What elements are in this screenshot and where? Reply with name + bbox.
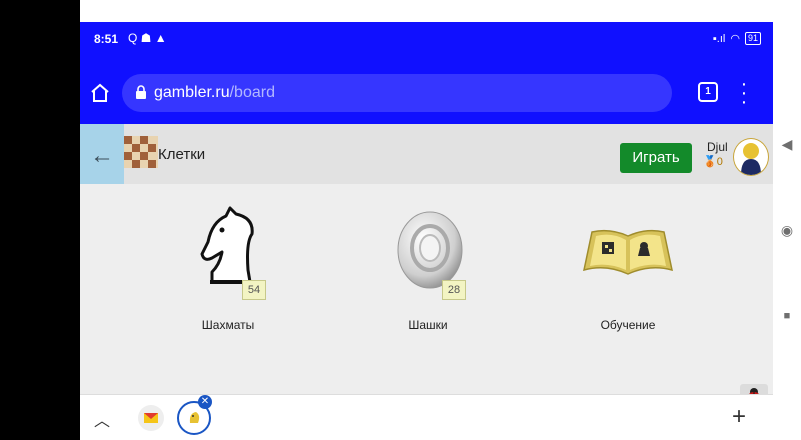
phone-bezel [0, 0, 80, 440]
game-label-checkers: Шашки [408, 318, 448, 332]
address-bar: gambler.ru/board 1 · · · [80, 66, 773, 124]
bottom-toolbar: ︿ ✕ + [80, 394, 773, 440]
play-button[interactable]: Играть [620, 143, 692, 173]
system-icons: ▪.ıl ◠ 91 [713, 32, 761, 45]
chess-count-badge: 54 [242, 280, 266, 300]
home-icon[interactable] [88, 81, 112, 105]
open-book-icon [583, 229, 673, 275]
user-avatar-icon [741, 143, 761, 175]
tab-switcher-button[interactable]: 1 [698, 82, 718, 102]
close-tab-icon[interactable]: ✕ [198, 395, 212, 409]
checker-piece-icon [397, 211, 463, 289]
user-score: 🥉0 [703, 155, 723, 168]
site-header: ← Клетки Играть Djul 🥉0 [80, 124, 773, 184]
wifi-icon: ◠ [730, 33, 740, 45]
mail-button[interactable] [138, 405, 164, 431]
signal-icon: ▪.ıl [712, 32, 726, 45]
overflow-menu-icon[interactable]: · · · [740, 74, 748, 112]
checkers-count-badge: 28 [442, 280, 466, 300]
game-tile-checkers[interactable]: 28 Шашки [368, 184, 488, 364]
browser-screen: 8:51 Q ☗ ▲ ▪.ıl ◠ 91 gambler.ru/board 1 … [80, 22, 773, 440]
avatar[interactable] [733, 138, 769, 176]
game-tile-learning[interactable]: Обучение [568, 184, 688, 364]
url-field[interactable]: gambler.ru/board [122, 74, 672, 112]
game-label-chess: Шахматы [201, 318, 255, 332]
user-name[interactable]: Djul [707, 140, 728, 154]
url-text: gambler.ru/board [154, 84, 275, 102]
game-tile-chess[interactable]: 54 Шахматы [168, 184, 288, 364]
phone-frame: 8:51 Q ☗ ▲ ▪.ıl ◠ 91 gambler.ru/board 1 … [0, 0, 801, 440]
new-tab-button[interactable]: + [732, 403, 746, 431]
medal-icon: 🥉 [703, 156, 717, 168]
nav-home-icon[interactable]: ◉ [779, 222, 795, 239]
status-time: 8:51 [94, 32, 119, 46]
user-score-value: 0 [716, 156, 723, 168]
lock-icon [136, 85, 146, 99]
notification-icons: Q ☗ ▲ [128, 31, 167, 45]
url-domain: gambler.ru [154, 84, 230, 101]
back-button[interactable]: ← [80, 124, 124, 184]
site-title[interactable]: Клетки [158, 146, 205, 163]
mail-icon [144, 413, 158, 423]
nav-back-icon[interactable]: ◀ [779, 136, 795, 153]
chevron-up-icon[interactable]: ︿ [94, 407, 110, 431]
status-bar: 8:51 Q ☗ ▲ ▪.ıl ◠ 91 [80, 22, 773, 66]
android-nav-bar: ◀ ◉ ■ [773, 0, 801, 440]
nav-recents-icon[interactable]: ■ [779, 310, 795, 322]
games-panel: 54 Шахматы 28 Шашки Обучение [80, 184, 773, 412]
chess-knight-icon [200, 206, 254, 284]
arrow-left-icon: ← [90, 142, 114, 169]
game-label-learning: Обучение [600, 318, 656, 332]
battery-indicator: 91 [744, 32, 761, 45]
checkerboard-logo-icon[interactable] [124, 132, 158, 172]
url-path: /board [229, 84, 275, 101]
